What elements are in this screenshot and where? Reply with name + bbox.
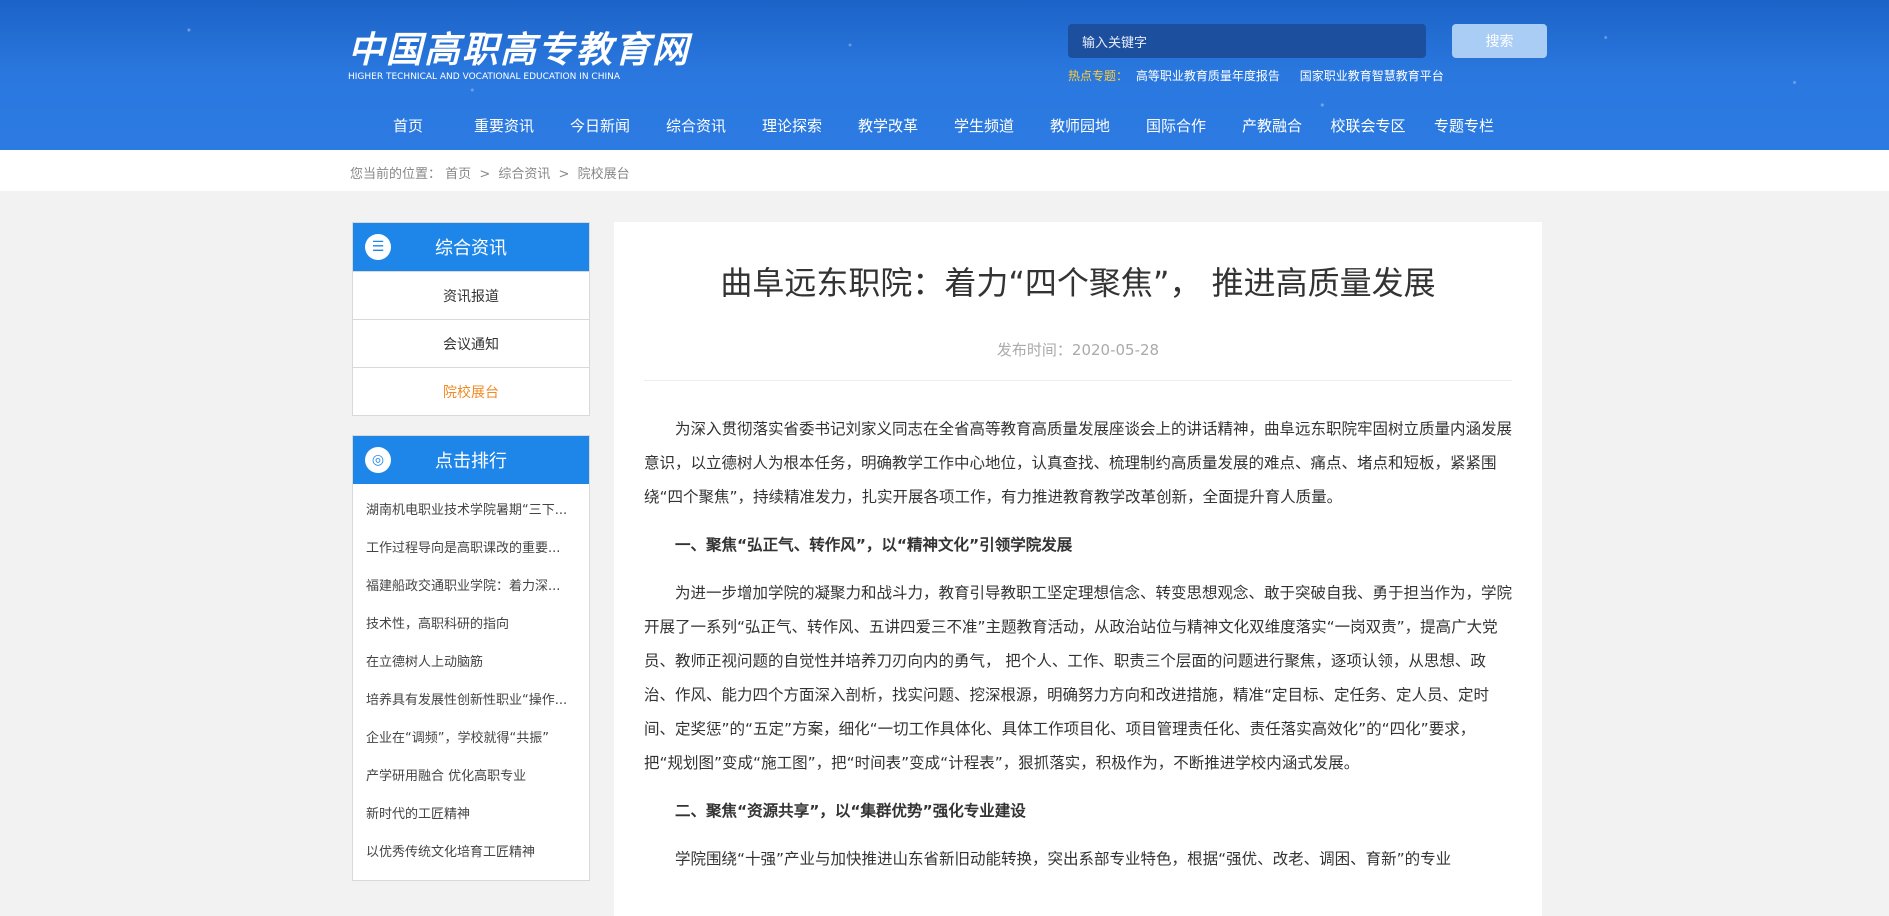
ranking-panel-header: ◎ 点击排行 <box>353 436 589 484</box>
site-logo[interactable]: 中国高职高专教育网 HIGHER TECHNICAL AND VOCATIONA… <box>348 30 690 83</box>
breadcrumb-item[interactable]: 首页 <box>445 167 471 182</box>
logo-en: HIGHER TECHNICAL AND VOCATIONAL EDUCATIO… <box>348 72 621 82</box>
nav-item-industry[interactable]: 产教融合 <box>1224 114 1320 138</box>
nav-item-topics[interactable]: 专题专栏 <box>1416 114 1512 138</box>
hot-link[interactable]: 高等职业教育质量年度报告 <box>1136 69 1280 83</box>
breadcrumb-item[interactable]: 综合资讯 <box>498 167 550 182</box>
article-paragraph: 为深入贯彻落实省委书记刘家义同志在全省高等教育高质量发展座谈会上的讲话精神，曲阜… <box>644 420 1513 506</box>
search-input[interactable]: 输入关键字 <box>1068 24 1426 58</box>
publish-date-label: 发布时间： <box>996 341 1072 359</box>
ranking-panel: ◎ 点击排行 湖南机电职业技术学院暑期“三下... 工作过程导向是高职课改的重要… <box>352 435 590 881</box>
list-item[interactable]: 新时代的工匠精神 <box>353 796 573 834</box>
breadcrumb-prefix: 您当前的位置： <box>350 167 442 182</box>
article-body: 为深入贯彻落实省委书记刘家义同志在全省高等教育高质量发展座谈会上的讲话精神，曲阜… <box>644 412 1512 890</box>
article-section-heading: 二、聚焦“资源共享”，以“集群优势”强化专业建设 <box>675 802 1026 820</box>
nav-item-teachers[interactable]: 教师园地 <box>1032 114 1128 138</box>
breadcrumb-item[interactable]: 院校展台 <box>578 167 630 182</box>
nav-item-alliance[interactable]: 校联会专区 <box>1320 114 1416 138</box>
list-item[interactable]: 福建船政交通职业学院：着力深... <box>353 568 573 606</box>
category-title: 综合资讯 <box>435 238 507 259</box>
list-item[interactable]: 湖南机电职业技术学院暑期“三下... <box>353 492 573 530</box>
hot-topics: 热点专题： 高等职业教育质量年度报告 国家职业教育智慧教育平台 <box>1068 67 1460 84</box>
logo-cn: 中国高职高专教育网 <box>348 29 691 71</box>
list-item[interactable]: 技术性，高职科研的指向 <box>353 606 573 644</box>
nav-item-today-news[interactable]: 今日新闻 <box>552 114 648 138</box>
nav-item-theory[interactable]: 理论探索 <box>744 114 840 138</box>
ranking-title: 点击排行 <box>435 451 507 472</box>
article-title: 曲阜远东职院：着力“四个聚焦”， 推进高质量发展 <box>720 264 1436 302</box>
article-section-heading: 一、聚焦“弘正气、转作风”，以“精神文化”引领学院发展 <box>675 536 1073 554</box>
sidebar-item-meeting-notices[interactable]: 会议通知 <box>353 319 589 367</box>
site-header: 中国高职高专教育网 HIGHER TECHNICAL AND VOCATIONA… <box>0 0 1889 150</box>
nav-item-teaching-reform[interactable]: 教学改革 <box>840 114 936 138</box>
hot-label: 热点专题： <box>1068 69 1129 83</box>
sidebar-item-school-showcase[interactable]: 院校展台 <box>353 367 589 415</box>
list-item[interactable]: 培养具有发展性创新性职业“操作... <box>353 682 573 720</box>
title-divider <box>644 380 1512 381</box>
breadcrumb-separator: > <box>479 167 491 182</box>
category-panel-header: ☰ 综合资讯 <box>353 223 589 271</box>
article-paragraph: 为进一步增加学院的凝聚力和战斗力，教育引导教职工坚定理想信念、转变思想观念、敢于… <box>644 584 1513 772</box>
list-item[interactable]: 企业在“调频”，学校就得“共振” <box>353 720 573 758</box>
nav-item-international[interactable]: 国际合作 <box>1128 114 1224 138</box>
publish-date-value: 2020-05-28 <box>1071 341 1160 359</box>
list-item[interactable]: 以优秀传统文化培育工匠精神 <box>353 834 573 872</box>
article-paragraph: 学院围绕“十强”产业与加快推进山东省新旧动能转换，突出系部专业特色，根据“强优、… <box>675 850 1452 868</box>
nav-item-students[interactable]: 学生频道 <box>936 114 1032 138</box>
category-panel: ☰ 综合资讯 资讯报道 会议通知 院校展台 <box>352 222 590 416</box>
list-item[interactable]: 工作过程导向是高职课改的重要... <box>353 530 573 568</box>
ranking-list: 湖南机电职业技术学院暑期“三下... 工作过程导向是高职课改的重要... 福建船… <box>353 484 589 880</box>
search-button[interactable]: 搜索 <box>1452 24 1547 58</box>
nav-item-general-news[interactable]: 综合资讯 <box>648 114 744 138</box>
nav-item-important-news[interactable]: 重要资讯 <box>456 114 552 138</box>
breadcrumb: 您当前的位置： 首页 > 综合资讯 > 院校展台 <box>350 163 630 182</box>
search-placeholder: 输入关键字 <box>1082 35 1148 51</box>
nav-item-home[interactable]: 首页 <box>360 114 456 138</box>
breadcrumb-separator: > <box>558 167 570 182</box>
hot-link[interactable]: 国家职业教育智慧教育平台 <box>1300 69 1444 83</box>
list-item[interactable]: 产学研用融合 优化高职专业 <box>353 758 573 796</box>
breadcrumb-bar <box>0 150 1889 191</box>
list-item[interactable]: 在立德树人上动脑筋 <box>353 644 573 682</box>
article: 曲阜远东职院：着力“四个聚焦”， 推进高质量发展 发布时间：2020-05-28… <box>614 222 1542 916</box>
publish-date: 发布时间：2020-05-28 <box>614 339 1542 360</box>
main-nav: 首页 重要资讯 今日新闻 综合资讯 理论探索 教学改革 学生频道 教师园地 国际… <box>360 114 1512 138</box>
sidebar-item-news-reports[interactable]: 资讯报道 <box>353 271 589 319</box>
